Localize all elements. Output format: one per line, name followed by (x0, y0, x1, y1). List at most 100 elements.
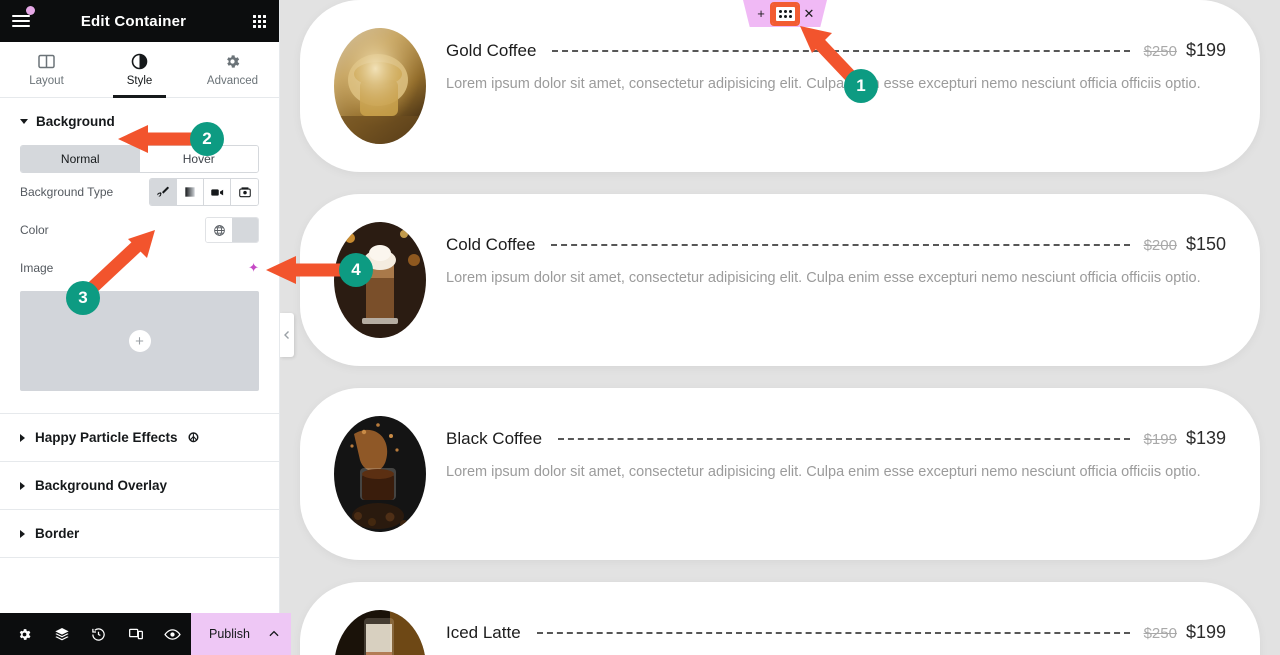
card-content: Cold Coffee $200 $150 Lorem ipsum dolor … (446, 222, 1226, 291)
background-type-row: Background Type (0, 173, 279, 211)
caret-down-icon (20, 119, 28, 124)
item-title: Iced Latte (446, 623, 521, 642)
menu-item-card[interactable]: Iced Latte $250 $199 Lorem ipsum dolor s… (300, 582, 1260, 655)
background-color-row: Color (0, 211, 279, 249)
globe-icon[interactable] (206, 218, 232, 242)
price-current: $150 (1185, 234, 1226, 254)
section-background-overlay[interactable]: Background Overlay (0, 462, 279, 510)
card-content: Black Coffee $199 $139 Lorem ipsum dolor… (446, 416, 1226, 485)
close-x-icon[interactable]: ✕ (798, 0, 820, 27)
layout-columns-icon (38, 53, 55, 70)
section-border-label: Border (35, 526, 80, 541)
item-title: Black Coffee (446, 429, 543, 448)
panel-tabs: Layout Style Advanced (0, 42, 279, 98)
caret-right-icon (20, 529, 25, 538)
item-title: Gold Coffee (446, 41, 537, 60)
elementor-editor: Edit Container Layout Style Advanced Bac… (0, 0, 1280, 655)
publish-label: Publish (209, 627, 250, 641)
price-original: $199 (1143, 431, 1177, 448)
editor-sidebar-panel: Edit Container Layout Style Advanced Bac… (0, 0, 291, 655)
page-title: Edit Container (80, 12, 187, 30)
dotted-leader (558, 438, 1130, 440)
item-description: Lorem ipsum dolor sit amet, consectetur … (446, 464, 1201, 480)
gear-icon (224, 53, 241, 70)
title-price-row: Iced Latte $250 $199 (446, 622, 1226, 643)
background-image-row: Image ✦ (0, 249, 279, 287)
video-camera-icon[interactable] (204, 179, 231, 205)
section-happy-particle-effects[interactable]: Happy Particle Effects ☮ (0, 414, 279, 462)
item-title: Cold Coffee (446, 235, 536, 254)
section-happy-particle-effects-label: Happy Particle Effects (35, 430, 178, 445)
section-border[interactable]: Border (0, 510, 279, 558)
title-price-row: Gold Coffee $250 $199 (446, 40, 1226, 61)
card-content: Iced Latte $250 $199 Lorem ipsum dolor s… (446, 610, 1226, 655)
tab-style-label: Style (126, 74, 153, 87)
price-original: $200 (1143, 237, 1177, 254)
tab-normal[interactable]: Normal (21, 146, 140, 172)
history-clock-icon[interactable] (80, 613, 117, 655)
tab-style[interactable]: Style (93, 42, 186, 98)
chevron-up-icon[interactable] (256, 613, 291, 655)
background-color-label: Color (20, 223, 49, 237)
dotted-leader (536, 632, 1130, 634)
drag-handle-dots-icon[interactable] (770, 1, 800, 26)
paint-brush-icon[interactable] (150, 179, 177, 205)
caret-right-icon (20, 433, 25, 442)
price-original: $250 (1143, 625, 1177, 642)
settings-gear-icon[interactable] (6, 613, 43, 655)
particle-emoji-icon: ☮ (187, 429, 200, 445)
avatar (334, 610, 426, 655)
hamburger-menu-icon[interactable] (0, 0, 42, 42)
tab-layout-label: Layout (29, 74, 64, 87)
menu-item-card[interactable]: Black Coffee $199 $139 Lorem ipsum dolor… (300, 388, 1260, 560)
annotation-marker-1: 1 (844, 69, 878, 103)
preview-eye-icon[interactable] (154, 613, 191, 655)
avatar (334, 416, 426, 532)
tab-advanced[interactable]: Advanced (186, 42, 279, 97)
plus-icon[interactable]: + (750, 0, 772, 27)
item-description: Lorem ipsum dolor sit amet, consectetur … (446, 76, 1201, 92)
responsive-device-icon[interactable] (117, 613, 154, 655)
avatar (334, 28, 426, 144)
navigator-layers-icon[interactable] (43, 613, 80, 655)
background-section-label: Background (36, 114, 115, 129)
panel-collapse-handle[interactable] (280, 313, 294, 357)
price-current: $139 (1185, 428, 1226, 448)
background-image-label: Image (20, 261, 54, 275)
annotation-marker-2: 2 (190, 122, 224, 156)
gradient-square-icon[interactable] (177, 179, 204, 205)
panel-body: Background Normal Hover Background Type (0, 98, 279, 613)
image-dropzone[interactable]: + (20, 291, 259, 391)
price-current: $199 (1185, 40, 1226, 60)
annotation-marker-4: 4 (339, 253, 373, 287)
background-section-header[interactable]: Background (0, 98, 279, 141)
dotted-leader (552, 50, 1130, 52)
grid-apps-icon[interactable] (239, 0, 279, 42)
notification-dot-icon (26, 6, 35, 15)
background-type-options (149, 178, 259, 206)
slideshow-image-icon[interactable] (231, 179, 258, 205)
caret-right-icon (20, 481, 25, 490)
price-original: $250 (1143, 43, 1177, 60)
card-content: Gold Coffee $250 $199 Lorem ipsum dolor … (446, 28, 1226, 97)
color-control (205, 217, 259, 243)
background-type-label: Background Type (20, 185, 114, 199)
tab-layout[interactable]: Layout (0, 42, 93, 97)
style-accordion: Happy Particle Effects ☮ Background Over… (0, 413, 279, 558)
title-price-row: Cold Coffee $200 $150 (446, 234, 1226, 255)
panel-footer: Publish (0, 613, 291, 655)
color-swatch[interactable] (232, 218, 258, 242)
panel-header: Edit Container (0, 0, 279, 42)
footer-icon-group (0, 613, 191, 655)
editor-canvas: + ✕ Gold Coffee $250 $199 Lorem ipsum do… (280, 0, 1280, 655)
menu-item-card[interactable]: Cold Coffee $200 $150 Lorem ipsum dolor … (300, 194, 1260, 366)
dotted-leader (551, 244, 1130, 246)
price-current: $199 (1185, 622, 1226, 642)
plus-circle-icon: + (128, 330, 151, 352)
tab-advanced-label: Advanced (206, 74, 259, 87)
publish-button[interactable]: Publish (191, 613, 291, 655)
title-price-row: Black Coffee $199 $139 (446, 428, 1226, 449)
annotation-marker-3: 3 (66, 281, 100, 315)
ai-sparkle-icon[interactable]: ✦ (248, 260, 259, 276)
element-floating-toolbar: + ✕ (743, 0, 827, 27)
